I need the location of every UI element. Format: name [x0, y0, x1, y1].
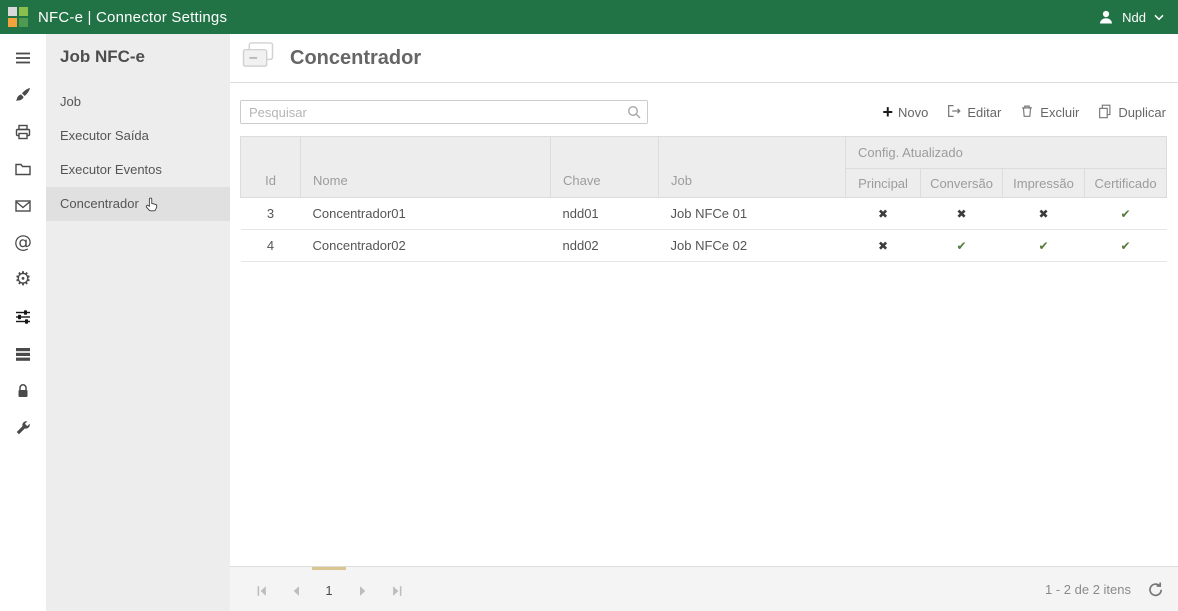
column-header-id[interactable]: Id [241, 137, 301, 198]
cell-conversao-mark: ✔ [921, 230, 1003, 262]
app-logo-icon [8, 7, 28, 27]
table-row[interactable]: 3 Concentrador01 ndd01 Job NFCe 01 ✖ ✖ ✖… [241, 198, 1167, 230]
page-header: Concentrador [230, 34, 1178, 83]
cell-nome: Concentrador01 [301, 198, 551, 230]
printer-icon[interactable] [0, 113, 46, 150]
concentrador-page-icon [240, 41, 276, 75]
column-header-principal[interactable]: Principal [846, 169, 921, 198]
column-header-conversao[interactable]: Conversão [921, 169, 1003, 198]
data-grid: Id Nome Chave Job Config. Atualizado Pri… [240, 136, 1166, 262]
table-row[interactable]: 4 Concentrador02 ndd02 Job NFCe 02 ✖ ✔ ✔… [241, 230, 1167, 262]
cell-impressao-mark: ✔ [1003, 230, 1085, 262]
cell-certificado-mark: ✔ [1085, 198, 1167, 230]
search-box [240, 100, 648, 124]
column-header-impressao[interactable]: Impressão [1003, 169, 1085, 198]
pager-info-area: 1 - 2 de 2 itens [1045, 567, 1164, 611]
cell-nome: Concentrador02 [301, 230, 551, 262]
user-name: Ndd [1122, 10, 1146, 25]
novo-button[interactable]: + Novo [882, 105, 928, 120]
items-count: 1 - 2 de 2 itens [1045, 582, 1131, 597]
last-page-button[interactable] [380, 567, 414, 611]
cell-id: 4 [241, 230, 301, 262]
gear-icon[interactable]: ⚙ [0, 261, 46, 298]
cell-principal-mark: ✖ [846, 230, 921, 262]
queue-icon[interactable] [0, 335, 46, 372]
folder-icon[interactable] [0, 150, 46, 187]
sidebar-item-executor-eventos[interactable]: Executor Eventos [46, 153, 230, 187]
trash-icon [1019, 103, 1035, 122]
sidebar-item-executor-saida[interactable]: Executor Saída [46, 119, 230, 153]
lock-icon[interactable] [0, 372, 46, 409]
search-icon[interactable] [626, 104, 642, 125]
cell-job: Job NFCe 02 [659, 230, 846, 262]
brush-icon[interactable] [0, 76, 46, 113]
sidebar-item-concentrador[interactable]: Concentrador [46, 187, 230, 221]
cell-principal-mark: ✖ [846, 198, 921, 230]
cell-impressao-mark: ✖ [1003, 198, 1085, 230]
toolbar: + Novo Editar Excluir Duplicar [882, 103, 1166, 122]
plus-icon: + [882, 105, 893, 119]
column-header-job[interactable]: Job [659, 137, 846, 198]
page-title: Concentrador [290, 47, 421, 70]
hand-cursor-icon [145, 191, 158, 225]
controls-row: + Novo Editar Excluir Duplicar [230, 83, 1178, 124]
cell-chave: ndd01 [551, 198, 659, 230]
excluir-button[interactable]: Excluir [1019, 103, 1079, 122]
column-header-certificado[interactable]: Certificado [1085, 169, 1167, 198]
user-icon [1098, 9, 1114, 25]
copy-icon [1097, 103, 1113, 122]
cell-id: 3 [241, 198, 301, 230]
next-page-button[interactable] [346, 567, 380, 611]
editar-button[interactable]: Editar [946, 103, 1001, 122]
search-input[interactable] [240, 100, 648, 124]
pagination-bar: 1 1 - 2 de 2 itens [230, 566, 1178, 611]
at-icon[interactable]: @ [0, 224, 46, 261]
cell-conversao-mark: ✖ [921, 198, 1003, 230]
edit-icon [946, 103, 962, 122]
pager: 1 [244, 567, 414, 611]
cell-certificado-mark: ✔ [1085, 230, 1167, 262]
cell-chave: ndd02 [551, 230, 659, 262]
column-header-nome[interactable]: Nome [301, 137, 551, 198]
sidebar-title: Job NFC-e [46, 34, 230, 85]
topbar: NFC-e | Connector Settings Ndd [0, 0, 1178, 34]
sidebar: Job NFC-e Job Executor Saída Executor Ev… [46, 34, 230, 611]
menu-icon[interactable] [0, 39, 46, 76]
sidebar-item-job[interactable]: Job [46, 85, 230, 119]
first-page-button[interactable] [244, 567, 278, 611]
cell-job: Job NFCe 01 [659, 198, 846, 230]
duplicar-button[interactable]: Duplicar [1097, 103, 1166, 122]
column-group-config-atualizado: Config. Atualizado [846, 137, 1167, 169]
wrench-icon[interactable] [0, 409, 46, 446]
refresh-icon[interactable] [1147, 581, 1164, 598]
previous-page-button[interactable] [278, 567, 312, 611]
main-content: Concentrador + Novo Editar [230, 34, 1178, 611]
icon-rail: @ ⚙ [0, 34, 46, 611]
user-menu[interactable]: Ndd [1098, 9, 1164, 25]
chevron-down-icon [1154, 14, 1164, 21]
column-header-chave[interactable]: Chave [551, 137, 659, 198]
sliders-icon[interactable] [0, 298, 46, 335]
app-title: NFC-e | Connector Settings [38, 9, 227, 26]
current-page[interactable]: 1 [312, 567, 346, 611]
mail-icon[interactable] [0, 187, 46, 224]
